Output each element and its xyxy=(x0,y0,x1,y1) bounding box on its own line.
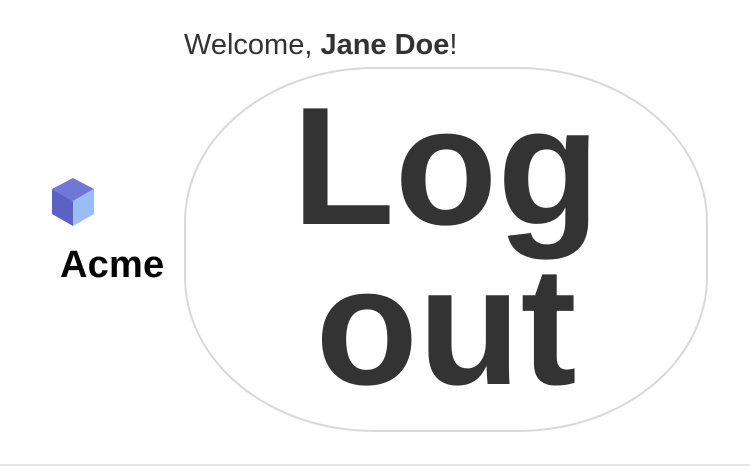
user-name: Jane Doe xyxy=(320,29,450,61)
cube-logo-icon xyxy=(52,178,94,226)
welcome-prefix: Welcome, xyxy=(184,29,321,61)
page: Acme Welcome, Jane Doe! Log out xyxy=(0,0,750,466)
brand: Acme xyxy=(48,174,188,294)
welcome-suffix: ! xyxy=(449,29,458,61)
brand-name: Acme xyxy=(60,244,165,286)
logout-button[interactable]: Log out xyxy=(184,67,708,432)
welcome-message: Welcome, Jane Doe! xyxy=(184,31,457,60)
logout-button-label: Log out xyxy=(292,71,600,420)
